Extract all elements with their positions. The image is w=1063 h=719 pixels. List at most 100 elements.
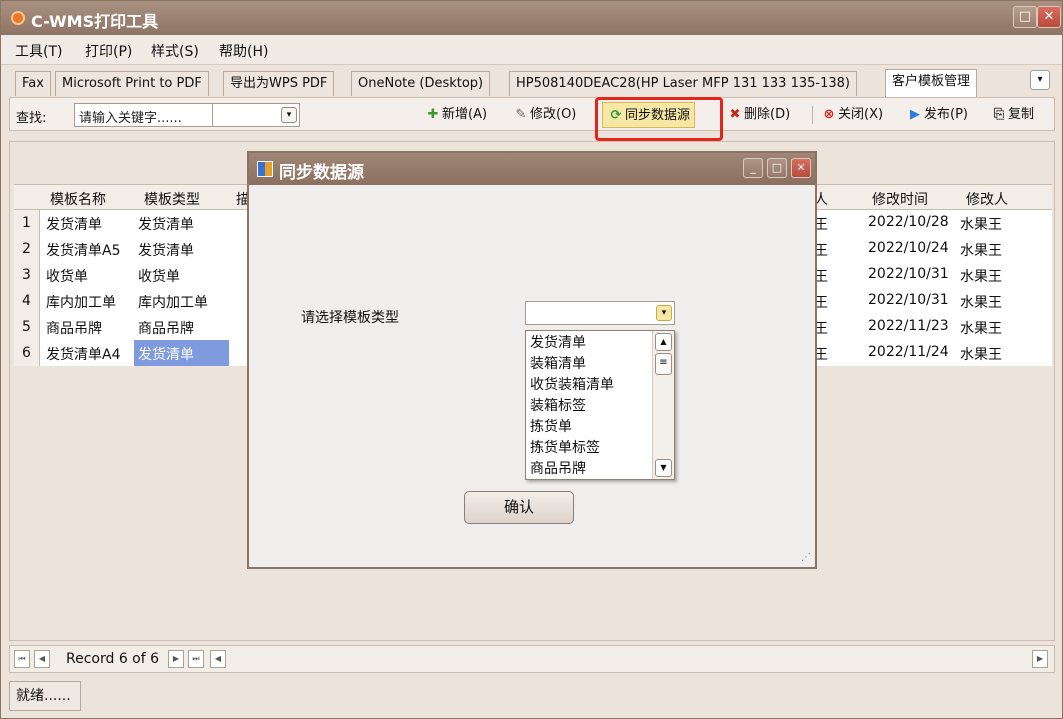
col-name[interactable]: 模板名称 <box>50 189 106 209</box>
menu-tools[interactable]: 工具(T) <box>15 41 62 61</box>
cell-name[interactable]: 库内加工单 <box>46 292 116 312</box>
scroll-left-icon[interactable]: ◀ <box>210 650 226 668</box>
delete-x-icon: ✖ <box>729 107 741 122</box>
template-type-label: 请选择模板类型 <box>301 310 399 326</box>
add-label: 新增(A) <box>442 107 488 122</box>
window-icon <box>257 161 273 177</box>
copy-icon: ⎘ <box>993 107 1005 122</box>
close-window-button[interactable]: ✕ <box>1037 6 1061 28</box>
cell-user[interactable]: 水果王 <box>960 240 1002 260</box>
cell-name[interactable]: 收货单 <box>46 266 88 286</box>
cell-user[interactable]: 水果王 <box>960 292 1002 312</box>
col-user[interactable]: 修改人 <box>966 189 1008 209</box>
plus-icon: ✚ <box>427 107 439 122</box>
cell-user[interactable]: 水果王 <box>960 266 1002 286</box>
row-number[interactable]: 3 <box>14 262 40 288</box>
tab-customer-templates[interactable]: 客户模板管理 <box>885 69 978 97</box>
cell-type[interactable]: 收货单 <box>138 266 180 286</box>
cell-type[interactable]: 发货清单 <box>138 214 194 234</box>
template-type-select[interactable]: ▾ <box>525 301 675 325</box>
row-number[interactable]: 6 <box>14 340 40 366</box>
menu-print[interactable]: 打印(P) <box>85 41 132 61</box>
minimize-icon[interactable]: _ <box>743 158 763 178</box>
dropdown-scrollbar[interactable]: ▲ ≡ ▼ <box>652 331 674 479</box>
dropdown-option[interactable]: 商品吊牌 <box>530 458 586 478</box>
menu-help[interactable]: 帮助(H) <box>219 41 268 61</box>
dialog-title-bar: 同步数据源 _ □ ✕ <box>249 153 815 185</box>
close-label: 关闭(X) <box>838 107 884 122</box>
tab-strip: Fax Microsoft Print to PDF 导出为WPS PDF On… <box>1 67 1062 97</box>
scroll-up-icon[interactable]: ▲ <box>655 333 672 351</box>
status-text: 就绪...... <box>9 681 81 711</box>
record-counter: Record 6 of 6 <box>66 651 160 667</box>
toolbar-divider <box>812 106 813 124</box>
tab-list-dropdown[interactable]: ▾ <box>1030 70 1050 90</box>
tab-ms-pdf[interactable]: Microsoft Print to PDF <box>55 71 209 96</box>
cell-time[interactable]: 2022/10/31 <box>868 292 949 308</box>
tab-wps-pdf[interactable]: 导出为WPS PDF <box>223 71 335 96</box>
add-button[interactable]: ✚ 新增(A) <box>424 102 488 128</box>
first-record-icon[interactable]: ⏮ <box>14 650 30 668</box>
cell-name[interactable]: 发货清单A4 <box>46 344 120 364</box>
cell-name[interactable]: 发货清单 <box>46 214 102 234</box>
dropdown-option[interactable]: 发货清单 <box>530 332 586 352</box>
tab-hp-printer[interactable]: HP508140DEAC28(HP Laser MFP 131 133 135-… <box>509 71 857 96</box>
col-time[interactable]: 修改时间 <box>872 189 928 209</box>
delete-button[interactable]: ✖ 删除(D) <box>726 102 791 128</box>
cell-type[interactable]: 商品吊牌 <box>138 318 194 338</box>
copy-button[interactable]: ⎘ 复制 <box>990 102 1034 128</box>
app-title: C-WMS打印工具 <box>31 12 159 31</box>
menu-style[interactable]: 样式(S) <box>151 41 199 61</box>
scroll-down-icon[interactable]: ▼ <box>655 459 672 477</box>
search-input[interactable]: 请输入关键字...... <box>74 103 214 127</box>
app-logo-icon <box>11 11 25 25</box>
maximize-button[interactable]: □ <box>1013 6 1037 28</box>
col-type[interactable]: 模板类型 <box>144 189 200 209</box>
sync-datasource-dialog: 同步数据源 _ □ ✕ 请选择模板类型 ▾ 发货清单 装箱清单 收货装箱清单 装箱标签… <box>247 151 817 569</box>
cell-type[interactable]: 发货清单 <box>138 240 194 260</box>
close-tab-button[interactable]: ⊗ 关闭(X) <box>820 102 884 128</box>
publish-button[interactable]: ▶ 发布(P) <box>906 102 968 128</box>
dropdown-option[interactable]: 收货装箱清单 <box>530 374 614 394</box>
row-number[interactable]: 2 <box>14 236 40 262</box>
cell-type[interactable]: 发货清单 <box>138 344 194 364</box>
cell-time[interactable]: 2022/11/24 <box>868 344 949 360</box>
edit-button[interactable]: ✎ 修改(O) <box>512 102 577 128</box>
resize-grip-icon[interactable]: ⋰ <box>801 552 811 563</box>
cell-name[interactable]: 商品吊牌 <box>46 318 102 338</box>
row-number[interactable]: 5 <box>14 314 40 340</box>
prev-record-icon[interactable]: ◀ <box>34 650 50 668</box>
cell-time[interactable]: 2022/10/31 <box>868 266 949 282</box>
chevron-down-icon[interactable]: ▾ <box>656 305 672 321</box>
sync-highlight-frame <box>595 97 723 141</box>
dialog-title: 同步数据源 <box>279 163 364 183</box>
cell-time[interactable]: 2022/11/23 <box>868 318 949 334</box>
cell-name[interactable]: 发货清单A5 <box>46 240 120 260</box>
last-record-icon[interactable]: ⏭ <box>188 650 204 668</box>
maximize-icon[interactable]: □ <box>767 158 787 178</box>
confirm-button[interactable]: 确认 <box>464 491 574 524</box>
find-label: 查找: <box>16 111 47 126</box>
scroll-right-icon[interactable]: ▶ <box>1032 650 1048 668</box>
dropdown-option[interactable]: 拣货单标签 <box>530 437 600 457</box>
cell-time[interactable]: 2022/10/28 <box>868 214 949 230</box>
cell-user[interactable]: 水果王 <box>960 344 1002 364</box>
dropdown-option[interactable]: 拣货单 <box>530 416 572 436</box>
row-number[interactable]: 1 <box>14 210 40 236</box>
dropdown-option[interactable]: 装箱清单 <box>530 353 586 373</box>
next-record-icon[interactable]: ▶ <box>168 650 184 668</box>
close-circle-icon: ⊗ <box>823 107 835 122</box>
toolbar: 查找: 请输入关键字...... ▾ ✚ 新增(A) ✎ 修改(O) ⟳ 同步数据源 … <box>9 97 1055 131</box>
cell-time[interactable]: 2022/10/24 <box>868 240 949 256</box>
search-field-select[interactable]: ▾ <box>212 103 300 127</box>
record-navigator: ⏮ ◀ Record 6 of 6 ▶ ⏭ ◀ ▶ <box>9 645 1055 673</box>
cell-type[interactable]: 库内加工单 <box>138 292 208 312</box>
cell-user[interactable]: 水果王 <box>960 318 1002 338</box>
dropdown-option[interactable]: 装箱标签 <box>530 395 586 415</box>
tab-onenote[interactable]: OneNote (Desktop) <box>351 71 491 96</box>
tab-fax[interactable]: Fax <box>15 71 51 96</box>
close-icon[interactable]: ✕ <box>791 158 811 178</box>
cell-user[interactable]: 水果王 <box>960 214 1002 234</box>
scroll-thumb[interactable]: ≡ <box>655 353 672 375</box>
row-number[interactable]: 4 <box>14 288 40 314</box>
